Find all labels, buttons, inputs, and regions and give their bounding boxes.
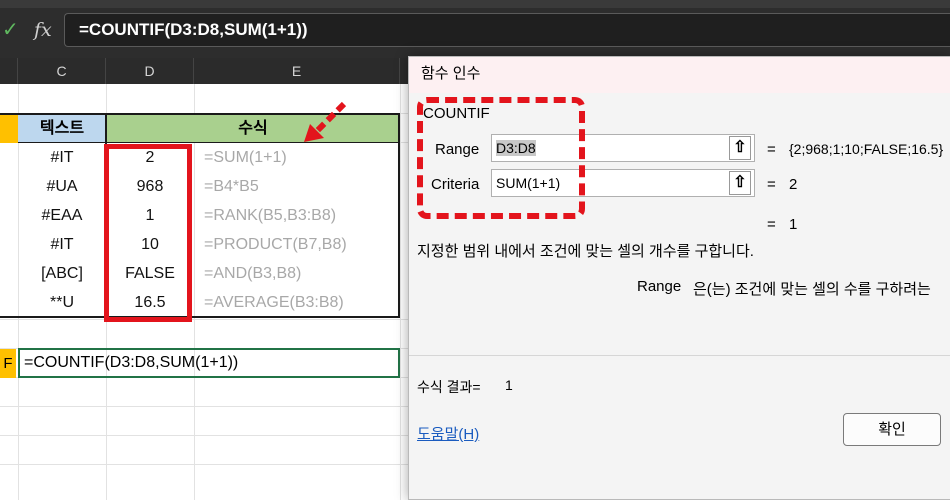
function-description: 지정한 범위 내에서 조건에 맞는 셀의 개수를 구합니다. — [417, 243, 754, 260]
divider — [409, 355, 950, 356]
function-arguments-dialog: 함수 인수 COUNTIF Range D3:D8 ⇧ = {2;968;1;1… — [408, 56, 950, 500]
range-collapse-button[interactable]: ⇧ — [729, 136, 751, 160]
cell-c10-active[interactable]: =COUNTIF(D3:D8,SUM(1+1)) — [18, 348, 400, 378]
range-result: {2;968;1;10;FALSE;16.5} — [789, 141, 944, 157]
dialog-title: 함수 인수 — [409, 57, 950, 93]
formula-result-value: 1 — [505, 377, 513, 393]
gridline — [0, 435, 410, 436]
gridline — [0, 464, 410, 465]
argument-name: Range — [637, 278, 682, 295]
overall-eq: = — [767, 216, 776, 233]
cell-b10[interactable]: F — [0, 349, 16, 378]
column-header-corner — [0, 58, 18, 84]
column-header-d[interactable]: D — [106, 58, 194, 84]
criteria-result: 2 — [789, 176, 798, 193]
argument-description: 은(는) 조건에 맞는 셀의 수를 구하려는 — [693, 281, 931, 298]
gridline — [0, 319, 410, 320]
range-eq: = — [767, 141, 776, 158]
formula-input[interactable]: =COUNTIF(D3:D8,SUM(1+1)) — [64, 13, 950, 47]
help-link[interactable]: 도움말(H) — [417, 423, 479, 444]
ribbon-edge — [0, 0, 950, 8]
annotation-arrow-icon — [304, 101, 347, 142]
criteria-eq: = — [767, 176, 776, 193]
highlight-d-values — [104, 144, 192, 322]
formula-bar: ✓ fx =COUNTIF(D3:D8,SUM(1+1)) — [0, 0, 950, 58]
check-icon[interactable]: ✓ — [2, 18, 24, 42]
highlight-function-args — [417, 97, 585, 219]
gridline — [0, 406, 410, 407]
ok-button[interactable]: 확인 — [843, 413, 941, 446]
formula-result-label: 수식 결과= — [417, 379, 481, 395]
column-header-c[interactable]: C — [18, 58, 106, 84]
fx-icon[interactable]: fx — [34, 16, 56, 44]
criteria-collapse-button[interactable]: ⇧ — [729, 171, 751, 195]
overall-result: 1 — [789, 216, 798, 233]
column-header-e[interactable]: E — [194, 58, 400, 84]
gridline — [400, 84, 401, 500]
